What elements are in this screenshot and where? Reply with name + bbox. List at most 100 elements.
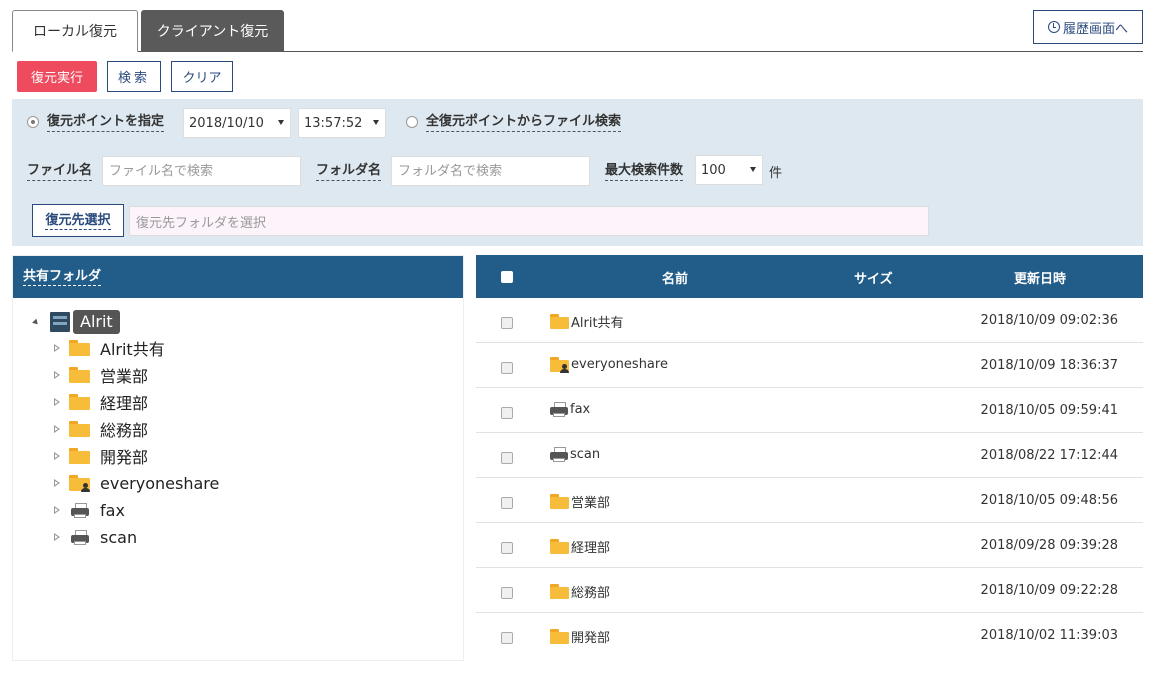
filter-panel: 復元ポイントを指定 2018/10/10 13:57:52 全復元ポイントからフ… <box>12 99 1143 246</box>
row-updated: 2018/08/22 17:12:44 <box>980 448 1118 463</box>
shared-folder-icon <box>550 357 569 373</box>
row-name-label: Alrit共有 <box>571 316 624 331</box>
table-row[interactable]: scan 2018/08/22 17:12:44 <box>476 433 1143 478</box>
row-checkbox[interactable] <box>501 587 513 599</box>
unit-label: 件 <box>769 166 783 181</box>
collapse-arrow-icon[interactable] <box>54 343 61 353</box>
table-row[interactable]: fax 2018/10/05 09:59:41 <box>476 388 1143 433</box>
row-name-label: 総務部 <box>571 586 611 601</box>
clear-button[interactable]: クリア <box>171 61 233 92</box>
all-points-label: 全復元ポイントからファイル検索 <box>426 113 622 132</box>
file-list-panel: 名前 サイズ 更新日時 Alrit共有 2018/10/09 09:02:36 … <box>476 255 1143 661</box>
tree-item[interactable]: everyoneshare <box>54 471 219 495</box>
all-points-radio[interactable] <box>406 116 418 128</box>
chevron-down-icon <box>278 120 284 125</box>
row-name: 総務部 <box>550 582 610 601</box>
chevron-down-icon <box>750 167 756 172</box>
max-results-value: 100 <box>701 162 726 178</box>
folder-icon <box>550 584 569 599</box>
folder-name-label: フォルダ名 <box>316 162 382 181</box>
tree-item[interactable]: Alrit共有 <box>54 336 165 360</box>
destination-select-button[interactable]: 復元先選択 <box>32 204 124 237</box>
tree-item-label: 経理部 <box>100 394 149 413</box>
collapse-arrow-icon[interactable] <box>54 532 61 542</box>
row-checkbox[interactable] <box>501 452 513 464</box>
row-checkbox[interactable] <box>501 362 513 374</box>
file-name-input[interactable] <box>102 156 301 186</box>
row-name-label: everyoneshare <box>571 357 668 372</box>
tab-client-label: クライアント復元 <box>156 24 269 40</box>
folder-name-input[interactable] <box>391 156 590 186</box>
shared-folder-icon <box>69 475 90 492</box>
search-button[interactable]: 検索 <box>107 61 161 92</box>
tree-item[interactable]: fax <box>54 498 125 522</box>
tab-client-restore[interactable]: クライアント復元 <box>141 10 284 52</box>
date-select[interactable]: 2018/10/10 <box>183 108 291 138</box>
folder-icon <box>550 494 569 509</box>
row-name-label: scan <box>570 447 601 462</box>
max-results-select[interactable]: 100 <box>695 155 763 185</box>
row-updated: 2018/10/09 09:02:36 <box>980 313 1118 328</box>
table-row[interactable]: everyoneshare 2018/10/09 18:36:37 <box>476 343 1143 388</box>
file-table-header: 名前 サイズ 更新日時 <box>476 255 1143 298</box>
row-name: 開発部 <box>550 627 610 646</box>
history-button[interactable]: 履歴画面へ <box>1033 10 1143 44</box>
tree-item[interactable]: 営業部 <box>54 363 148 387</box>
tree-root[interactable]: Alrit <box>32 310 120 334</box>
folder-icon <box>69 448 90 464</box>
row-checkbox[interactable] <box>501 542 513 554</box>
tree-item-label: 開発部 <box>100 448 149 467</box>
folder-icon <box>69 421 90 437</box>
tree-item[interactable]: scan <box>54 525 137 549</box>
folder-icon <box>69 394 90 410</box>
tree-item[interactable]: 開発部 <box>54 444 148 468</box>
server-icon <box>50 312 70 332</box>
row-name: everyoneshare <box>550 357 668 373</box>
row-name-label: 経理部 <box>571 541 611 556</box>
collapse-arrow-icon[interactable] <box>54 424 61 434</box>
table-row[interactable]: Alrit共有 2018/10/09 09:02:36 <box>476 298 1143 343</box>
row-checkbox[interactable] <box>501 317 513 329</box>
row-name: 経理部 <box>550 537 610 556</box>
time-value: 13:57:52 <box>304 115 363 131</box>
table-row[interactable]: 営業部 2018/10/05 09:48:56 <box>476 478 1143 523</box>
row-name-label: fax <box>570 402 591 417</box>
restore-point-radio[interactable] <box>27 116 39 128</box>
row-updated: 2018/10/05 09:48:56 <box>980 493 1118 508</box>
tree-item[interactable]: 総務部 <box>54 417 148 441</box>
tree-item-label: scan <box>100 527 138 547</box>
collapse-arrow-icon[interactable] <box>54 397 61 407</box>
tree-item[interactable]: 経理部 <box>54 390 148 414</box>
time-select[interactable]: 13:57:52 <box>298 108 386 138</box>
tree-header-label: 共有フォルダ <box>23 269 102 286</box>
collapse-arrow-icon[interactable] <box>54 505 61 515</box>
destination-input[interactable]: 復元先フォルダを選択 <box>129 206 929 236</box>
tree-item-label: Alrit共有 <box>100 340 165 359</box>
table-row[interactable]: 開発部 2018/10/02 11:39:03 <box>476 613 1143 658</box>
expand-arrow-icon[interactable] <box>32 318 40 326</box>
row-name-label: 営業部 <box>571 496 611 511</box>
table-row[interactable]: 経理部 2018/09/28 09:39:28 <box>476 523 1143 568</box>
collapse-arrow-icon[interactable] <box>54 478 61 488</box>
row-checkbox[interactable] <box>501 407 513 419</box>
tree-header: 共有フォルダ <box>13 256 463 298</box>
row-checkbox[interactable] <box>501 632 513 644</box>
tab-local-restore[interactable]: ローカル復元 <box>12 10 138 52</box>
clock-icon <box>1047 21 1060 33</box>
collapse-arrow-icon[interactable] <box>54 370 61 380</box>
column-name[interactable]: 名前 <box>662 268 688 287</box>
tree-item-label: 営業部 <box>100 367 149 386</box>
row-updated: 2018/10/05 09:59:41 <box>980 403 1118 418</box>
column-size[interactable]: サイズ <box>854 268 893 287</box>
tab-local-label: ローカル復元 <box>33 24 117 40</box>
table-row[interactable]: 総務部 2018/10/09 09:22:28 <box>476 568 1143 613</box>
file-name-label: ファイル名 <box>27 162 93 181</box>
row-name-label: 開発部 <box>571 631 611 646</box>
folder-icon <box>550 629 569 644</box>
row-checkbox[interactable] <box>501 497 513 509</box>
tree-item-label: everyoneshare <box>100 473 220 493</box>
select-all-checkbox[interactable] <box>501 271 513 283</box>
column-updated[interactable]: 更新日時 <box>1014 268 1066 287</box>
restore-run-button[interactable]: 復元実行 <box>17 61 97 92</box>
collapse-arrow-icon[interactable] <box>54 451 61 461</box>
